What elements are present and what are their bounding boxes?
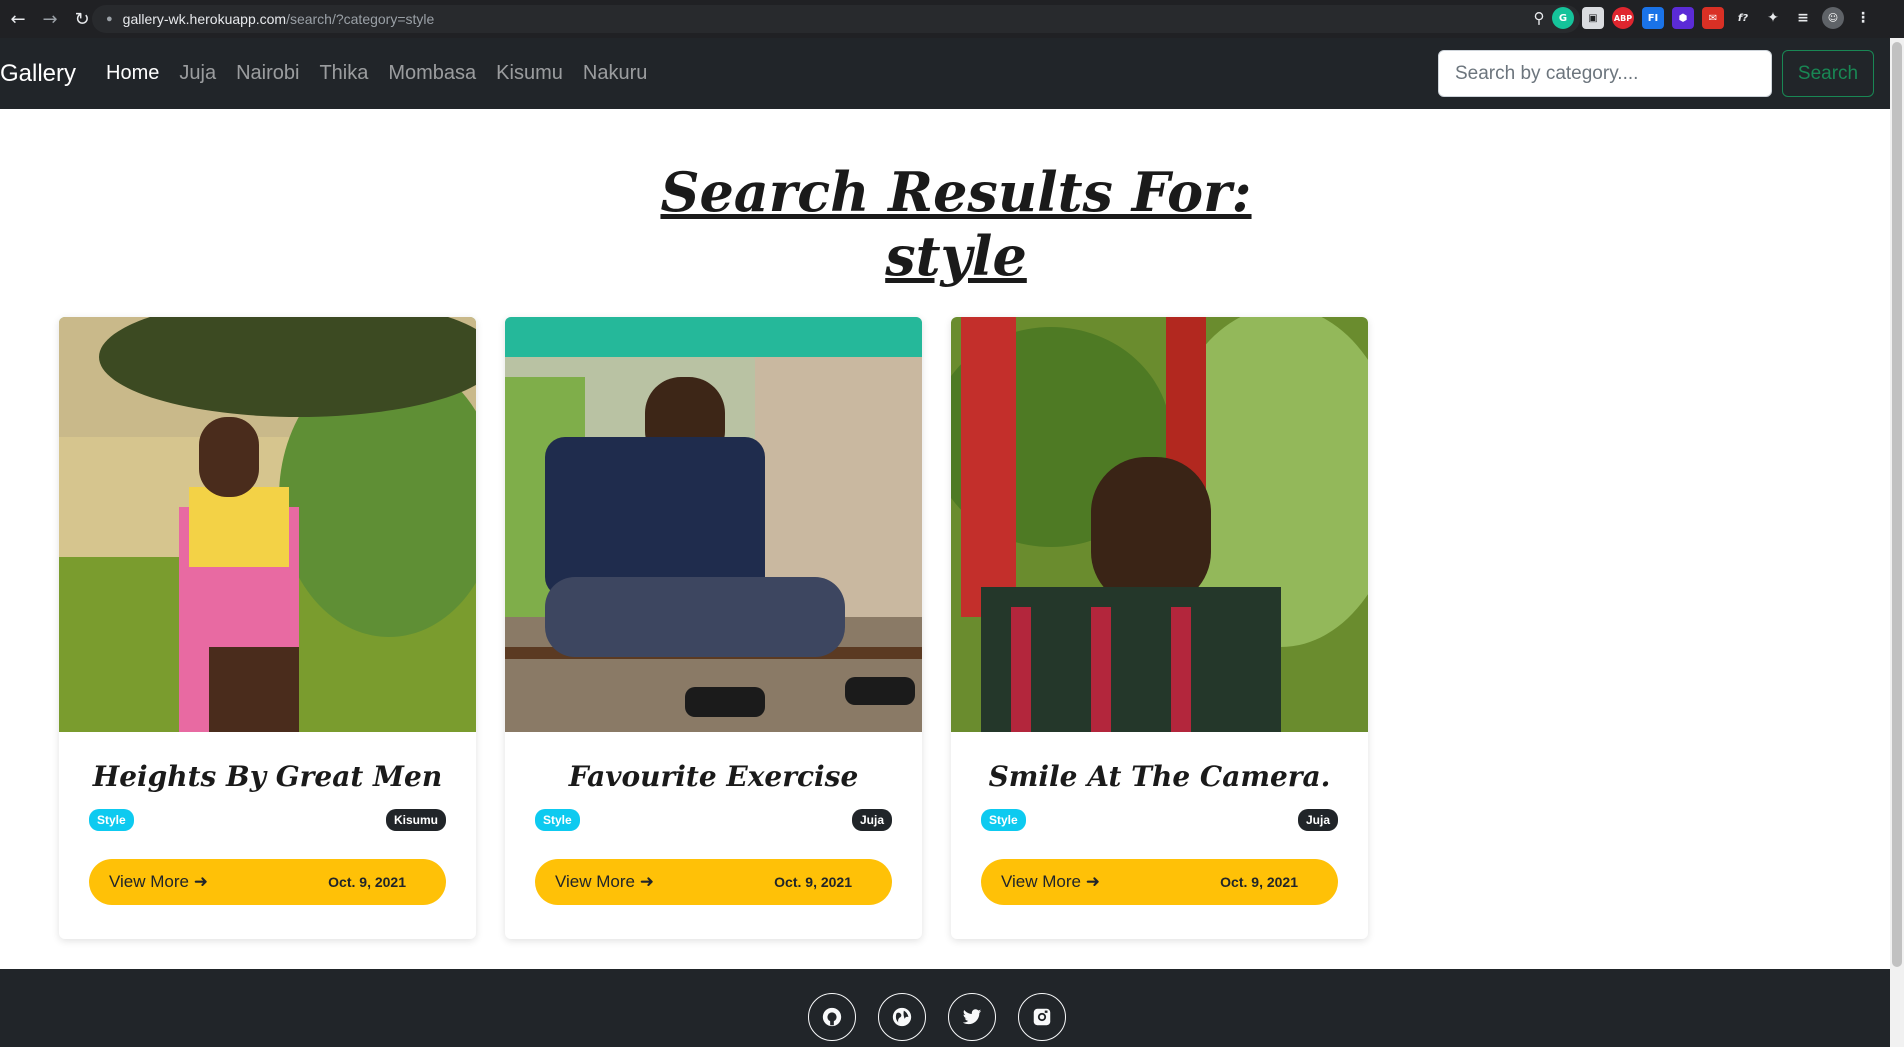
nav-links: Home Juja Nairobi Thika Mombasa Kisumu N… <box>106 62 647 85</box>
view-more-label: View More ➜ <box>555 872 654 891</box>
search-input[interactable] <box>1438 50 1772 97</box>
nav-link-kisumu[interactable]: Kisumu <box>496 62 563 85</box>
adblock-icon[interactable]: ABP <box>1612 7 1634 29</box>
card-badges: Style Juja <box>951 809 1368 831</box>
card-photo[interactable] <box>505 317 922 732</box>
card-title: Heights By Great Men <box>92 760 443 793</box>
card-photo[interactable] <box>951 317 1368 732</box>
nav-link-juja[interactable]: Juja <box>179 62 216 85</box>
kebab-menu-icon[interactable]: ⋮ <box>1852 7 1874 29</box>
view-more-button[interactable]: View More ➜ Oct. 9, 2021 <box>89 859 446 905</box>
nav-link-nairobi[interactable]: Nairobi <box>236 62 299 85</box>
location-badge: Juja <box>1297 809 1338 831</box>
media-queue-icon[interactable]: ≡ <box>1792 7 1814 29</box>
site-footer <box>0 969 1890 1047</box>
card-date: Oct. 9, 2021 <box>774 874 852 890</box>
category-badge: Style <box>981 809 1026 831</box>
site-navbar: Gallery Home Juja Nairobi Thika Mombasa … <box>0 38 1890 109</box>
extension-mail-icon[interactable]: ✉ <box>1702 7 1724 29</box>
location-badge: Juja <box>851 809 892 831</box>
profile-avatar[interactable]: ☺ <box>1822 7 1844 29</box>
card-badges: Style Juja <box>505 809 922 831</box>
view-more-button[interactable]: View More ➜ Oct. 9, 2021 <box>535 859 892 905</box>
browser-toolbar: ← → ↻ ● gallery-wk.herokuapp.com/search/… <box>0 0 1904 38</box>
category-badge: Style <box>535 809 580 831</box>
card-title: Smile At The Camera. <box>988 760 1331 793</box>
puzzle-icon[interactable]: ✦ <box>1762 7 1784 29</box>
globe-icon[interactable] <box>878 993 926 1041</box>
image-card: Heights By Great Men Style Kisumu View M… <box>59 317 476 939</box>
view-more-button[interactable]: View More ➜ Oct. 9, 2021 <box>981 859 1338 905</box>
results-heading-label: Search Results For: <box>660 160 1252 224</box>
category-badge: Style <box>89 809 134 831</box>
extension-fi-icon[interactable]: FI <box>1642 7 1664 29</box>
search-button[interactable]: Search <box>1782 50 1874 97</box>
results-heading: Search Results For: style <box>0 160 1904 288</box>
brand-link[interactable]: Gallery <box>0 60 76 88</box>
instagram-icon[interactable] <box>1018 993 1066 1041</box>
image-card: Smile At The Camera. Style Juja View Mor… <box>951 317 1368 939</box>
nav-link-thika[interactable]: Thika <box>319 62 368 85</box>
github-icon[interactable] <box>808 993 856 1041</box>
card-badges: Style Kisumu <box>59 809 476 831</box>
card-date: Oct. 9, 2021 <box>1220 874 1298 890</box>
search-form: Search <box>1438 50 1874 97</box>
url-path: /search/?category=style <box>286 11 435 27</box>
view-more-label: View More ➜ <box>1001 872 1100 891</box>
extension-image-icon[interactable]: ▣ <box>1582 7 1604 29</box>
lock-icon: ● <box>106 13 113 25</box>
nav-link-mombasa[interactable]: Mombasa <box>388 62 476 85</box>
arrow-right-icon: ➜ <box>639 872 654 891</box>
zoom-icon[interactable]: ⚲ <box>1534 9 1545 27</box>
extension-hex-icon[interactable]: ⬢ <box>1672 7 1694 29</box>
location-badge: Kisumu <box>385 809 446 831</box>
card-date: Oct. 9, 2021 <box>328 874 406 890</box>
nav-link-nakuru[interactable]: Nakuru <box>583 62 647 85</box>
image-card: Favourite Exercise Style Juja View More … <box>505 317 922 939</box>
address-bar[interactable]: ● gallery-wk.herokuapp.com/search/?categ… <box>92 5 1580 33</box>
extension-fx-icon[interactable]: f? <box>1732 7 1754 29</box>
card-title: Favourite Exercise <box>568 760 859 793</box>
arrow-right-icon: ➜ <box>1085 872 1100 891</box>
view-more-label: View More ➜ <box>109 872 208 891</box>
results-heading-query: style <box>885 224 1027 288</box>
card-photo[interactable] <box>59 317 476 732</box>
grammarly-icon[interactable]: G <box>1552 7 1574 29</box>
back-arrow-icon[interactable]: ← <box>4 5 32 33</box>
arrow-right-icon: ➜ <box>193 872 208 891</box>
url-host: gallery-wk.herokuapp.com <box>122 11 287 27</box>
nav-link-home[interactable]: Home <box>106 62 159 85</box>
social-links <box>808 993 1066 1041</box>
forward-arrow-icon[interactable]: → <box>36 5 64 33</box>
twitter-icon[interactable] <box>948 993 996 1041</box>
